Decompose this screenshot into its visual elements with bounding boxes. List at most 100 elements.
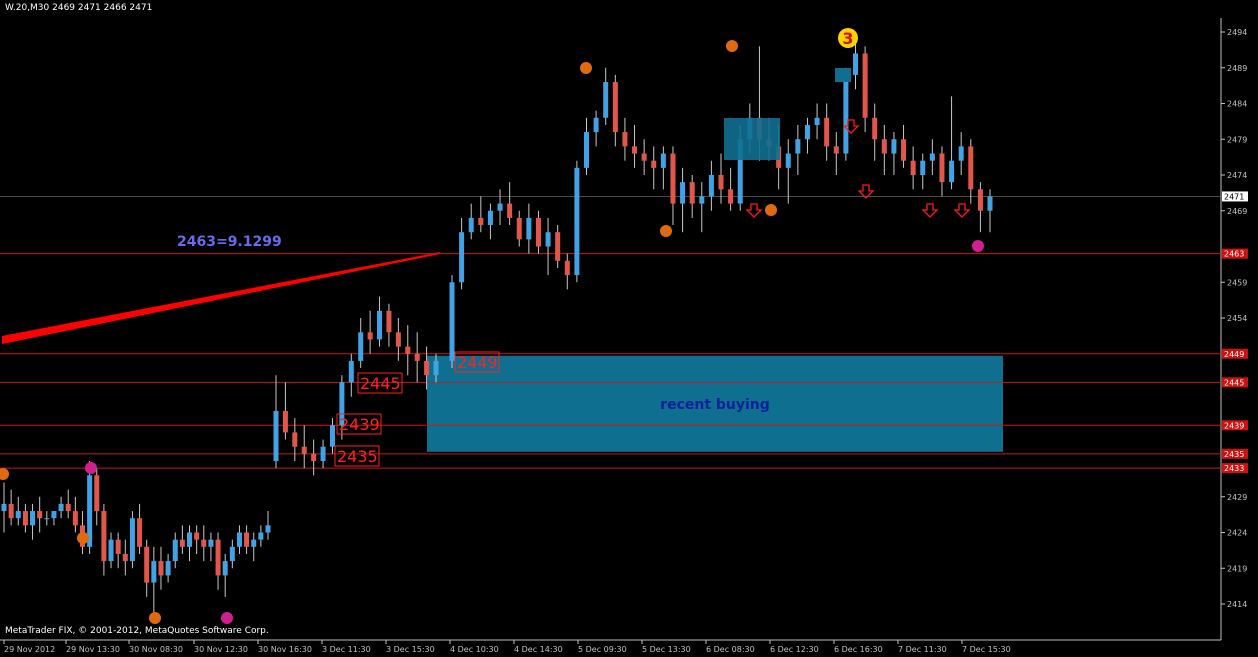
- y-tick-label: 2414: [1227, 600, 1247, 609]
- current-price-label: 2471: [1224, 192, 1244, 201]
- candle-body: [292, 432, 298, 447]
- highlight-block: [835, 68, 851, 82]
- candle-body: [44, 518, 50, 520]
- level-tag-label: 2439: [1224, 421, 1244, 430]
- candle-body: [680, 182, 686, 204]
- trendline: 2463=9.1299: [2, 234, 440, 344]
- candle-body: [251, 539, 257, 547]
- candle-body: [584, 132, 589, 168]
- level-tag-label: 2433: [1224, 464, 1244, 473]
- candle-body: [236, 532, 242, 547]
- candle-body: [358, 332, 364, 361]
- candle-body: [718, 175, 724, 190]
- x-tick-label: 6 Dec 16:30: [834, 645, 883, 654]
- candle-body: [632, 146, 638, 154]
- wave-3-label: 3: [842, 29, 853, 48]
- candle-body: [593, 117, 599, 133]
- candle-body: [433, 360, 439, 376]
- candle-body: [72, 511, 78, 526]
- candle-body: [58, 503, 64, 512]
- y-tick-label: 2474: [1227, 171, 1247, 180]
- candle-body: [449, 282, 455, 361]
- candle-body: [215, 539, 221, 576]
- wave-marker: [0, 468, 9, 480]
- level-tag-label: 2463: [1224, 250, 1244, 259]
- candle-body: [564, 260, 570, 276]
- y-tick-label: 2469: [1227, 207, 1247, 216]
- candle-body: [187, 532, 193, 547]
- wave-markers: 3: [0, 28, 984, 624]
- candle-body: [843, 74, 849, 154]
- level-box-label: 2439: [339, 415, 380, 434]
- wave-marker: [149, 612, 161, 624]
- candle-body: [699, 196, 705, 204]
- level-box-label: 2449: [457, 353, 498, 372]
- candle-body: [258, 532, 264, 540]
- candle-body: [920, 160, 926, 175]
- candle-body: [265, 525, 271, 533]
- x-tick-label: 7 Dec 15:30: [962, 645, 1011, 654]
- candle-body: [15, 511, 21, 519]
- level-tag-label: 2435: [1224, 450, 1244, 459]
- candle-body: [929, 153, 935, 161]
- candle-body: [708, 175, 714, 197]
- candle-body: [891, 139, 897, 154]
- y-tick-label: 2454: [1227, 314, 1247, 323]
- wave-marker: [85, 462, 97, 474]
- candle-body: [545, 232, 551, 247]
- candle-body: [244, 532, 250, 547]
- candle-body: [115, 539, 121, 554]
- candle-body: [526, 217, 532, 240]
- candle-body: [151, 561, 157, 583]
- candle-body: [165, 561, 171, 576]
- candle-body: [785, 153, 791, 168]
- down-arrow-icon: [921, 203, 939, 218]
- recent-buying-label: recent buying: [660, 397, 770, 413]
- y-tick-label: 2459: [1227, 278, 1247, 287]
- candle-body: [367, 332, 373, 340]
- x-tick-label: 30 Nov 12:30: [194, 645, 248, 654]
- highlight-block: [724, 118, 780, 160]
- candle-body: [179, 539, 185, 547]
- x-tick-label: 29 Nov 2012: [4, 645, 55, 654]
- candle-body: [414, 353, 420, 361]
- y-tick-label: 2479: [1227, 135, 1247, 144]
- x-tick-label: 29 Nov 13:30: [66, 645, 120, 654]
- candle-body: [348, 360, 354, 383]
- x-tick-label: 7 Dec 11:30: [898, 645, 947, 654]
- candle-body: [670, 153, 676, 204]
- wave-marker: [765, 204, 777, 216]
- candle-body: [958, 146, 964, 161]
- candle-body: [377, 310, 383, 340]
- trendline-wedge: [2, 252, 440, 344]
- candle-body: [468, 217, 474, 233]
- candle-body: [728, 189, 734, 204]
- candle-body: [273, 410, 279, 461]
- candle-body: [30, 511, 36, 526]
- x-tick-label: 4 Dec 10:30: [450, 645, 499, 654]
- x-tick-label: 5 Dec 09:30: [578, 645, 627, 654]
- y-tick-label: 2424: [1227, 529, 1247, 538]
- candle-body: [478, 217, 484, 226]
- candle-body: [222, 561, 228, 576]
- down-arrow-icon: [953, 203, 971, 218]
- x-tick-label: 6 Dec 08:30: [706, 645, 755, 654]
- candle-body: [795, 139, 801, 154]
- candle-body: [101, 511, 107, 562]
- copyright-label: MetaTrader FIX, © 2001-2012, MetaQuotes …: [5, 626, 269, 636]
- candle-body: [814, 117, 820, 125]
- x-tick-label: 6 Dec 12:30: [770, 645, 819, 654]
- price-chart[interactable]: recent buying 24632449244524392435243324…: [0, 0, 1258, 657]
- candle-body: [881, 139, 887, 154]
- wave-marker: [77, 532, 89, 544]
- candle-body: [459, 232, 465, 283]
- candle-body: [144, 546, 150, 583]
- candle-body: [229, 546, 235, 562]
- candle-body: [651, 160, 657, 168]
- wave-marker: [221, 612, 233, 624]
- candle-body: [395, 332, 401, 347]
- candle-body: [641, 153, 647, 161]
- x-axis: 29 Nov 2012 29 Nov 13:30 30 Nov 08:30 30 No…: [3, 640, 1011, 654]
- candle-body: [194, 532, 200, 540]
- candle-body: [201, 539, 207, 547]
